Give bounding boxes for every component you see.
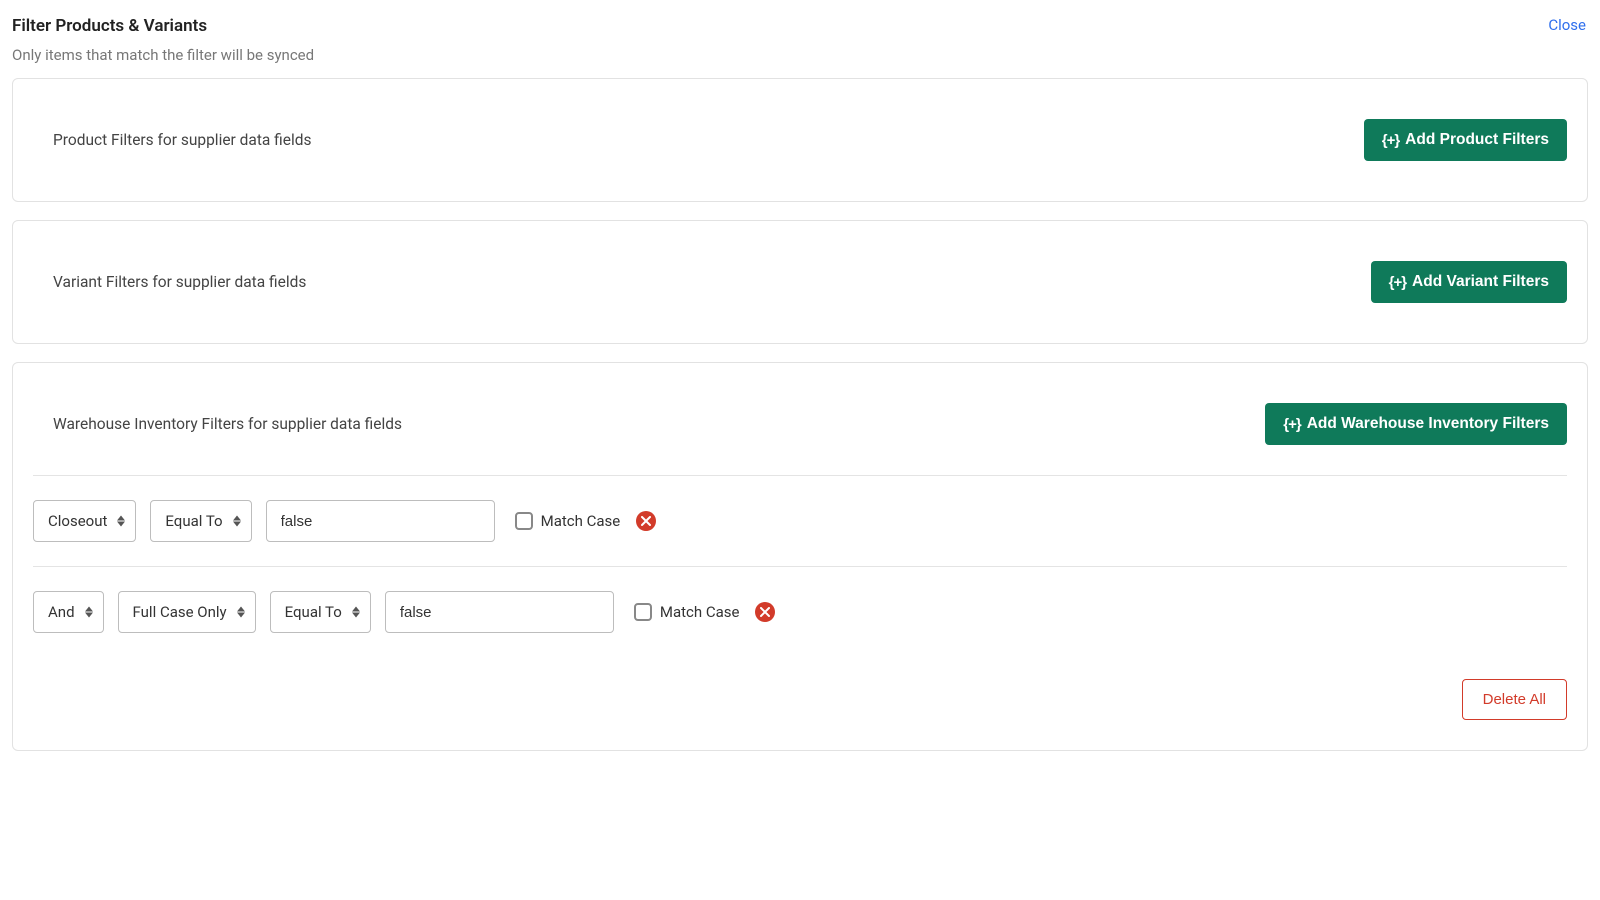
checkbox-icon <box>515 512 533 530</box>
operator-select[interactable]: Equal To <box>270 591 371 633</box>
operator-select-value: Equal To <box>285 603 342 621</box>
match-case-checkbox[interactable]: Match Case <box>515 512 621 530</box>
add-variant-filters-label: Add Variant Filters <box>1412 273 1549 291</box>
filter-row: Closeout Equal To Match Case <box>33 476 1567 566</box>
close-link[interactable]: Close <box>1548 16 1588 34</box>
delete-all-button[interactable]: Delete All <box>1462 679 1567 720</box>
logic-select[interactable]: And <box>33 591 104 633</box>
add-icon: {+} <box>1389 274 1406 291</box>
variant-filters-card: Variant Filters for supplier data fields… <box>12 220 1588 344</box>
warehouse-filters-card: Warehouse Inventory Filters for supplier… <box>12 362 1588 751</box>
add-icon: {+} <box>1283 416 1300 433</box>
checkbox-icon <box>634 603 652 621</box>
value-input[interactable] <box>266 500 495 542</box>
add-warehouse-filters-label: Add Warehouse Inventory Filters <box>1307 415 1549 433</box>
select-caret-icon <box>85 607 93 618</box>
add-icon: {+} <box>1382 132 1399 149</box>
field-select-value: Full Case Only <box>133 603 227 621</box>
product-filters-label: Product Filters for supplier data fields <box>33 131 312 149</box>
warehouse-filters-label: Warehouse Inventory Filters for supplier… <box>33 415 402 433</box>
page-title: Filter Products & Variants <box>12 16 207 36</box>
remove-row-button[interactable] <box>636 511 656 531</box>
close-icon <box>641 516 651 526</box>
select-caret-icon <box>352 607 360 618</box>
select-caret-icon <box>117 516 125 527</box>
value-input[interactable] <box>385 591 614 633</box>
operator-select[interactable]: Equal To <box>150 500 251 542</box>
match-case-checkbox[interactable]: Match Case <box>634 603 740 621</box>
field-select[interactable]: Full Case Only <box>118 591 256 633</box>
select-caret-icon <box>237 607 245 618</box>
add-product-filters-label: Add Product Filters <box>1405 131 1549 149</box>
logic-select-value: And <box>48 603 75 621</box>
select-caret-icon <box>233 516 241 527</box>
variant-filters-label: Variant Filters for supplier data fields <box>33 273 306 291</box>
page-subtitle: Only items that match the filter will be… <box>12 36 1588 78</box>
add-product-filters-button[interactable]: {+} Add Product Filters <box>1364 119 1567 161</box>
field-select-value: Closeout <box>48 512 107 530</box>
field-select[interactable]: Closeout <box>33 500 136 542</box>
operator-select-value: Equal To <box>165 512 222 530</box>
filter-row: And Full Case Only Equal To <box>33 567 1567 657</box>
match-case-label: Match Case <box>660 603 740 621</box>
remove-row-button[interactable] <box>755 602 775 622</box>
product-filters-card: Product Filters for supplier data fields… <box>12 78 1588 202</box>
add-warehouse-filters-button[interactable]: {+} Add Warehouse Inventory Filters <box>1265 403 1567 445</box>
add-variant-filters-button[interactable]: {+} Add Variant Filters <box>1371 261 1567 303</box>
match-case-label: Match Case <box>541 512 621 530</box>
close-icon <box>760 607 770 617</box>
